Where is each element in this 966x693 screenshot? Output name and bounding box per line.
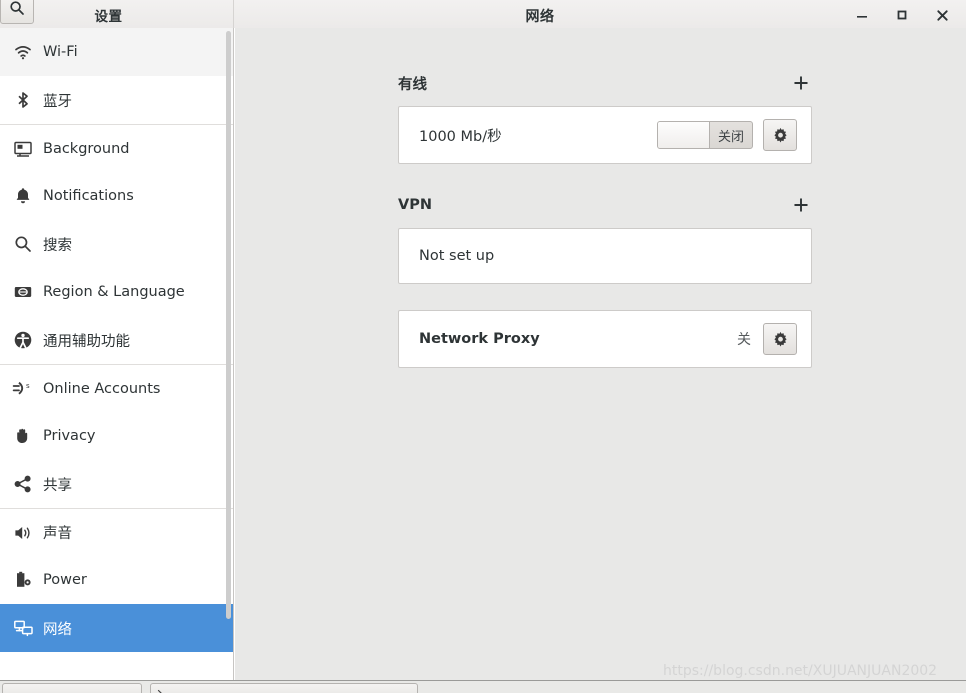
add-vpn-button[interactable] [790,194,812,216]
wired-toggle-switch[interactable]: 关闭 [657,121,753,149]
sidebar-item-label: 通用辅助功能 [43,333,130,350]
maximize-button[interactable] [882,2,922,28]
add-wired-button[interactable] [790,72,812,94]
sidebar-item-online-accounts[interactable]: s Online Accounts [0,364,233,412]
wired-section-header: 有线 [398,70,812,96]
switch-state-label: 关闭 [717,129,744,145]
gear-icon [772,331,789,348]
taskbar-item[interactable] [150,683,418,693]
sidebar-item-label: 声音 [43,526,72,542]
vpn-section-header: VPN [398,192,812,218]
taskbar-item[interactable] [2,683,142,693]
proxy-row[interactable]: Network Proxy 关 [399,311,811,367]
sidebar-item-label: Power [43,572,87,588]
sidebar-item-label: 蓝牙 [43,93,72,110]
proxy-label: Network Proxy [419,331,540,347]
sidebar-item-label: Wi-Fi [43,44,78,60]
wifi-icon [8,40,38,64]
sidebar-item-label: 搜索 [43,237,72,254]
close-icon [935,8,950,23]
power-battery-icon [8,568,38,592]
network-icon [8,616,38,640]
sidebar-item-region-language[interactable]: Region & Language [0,268,233,316]
sidebar-title: 设置 [94,9,123,25]
settings-window: 设置 网络 Wi-Fi 蓝牙 Background Notifications … [0,0,966,693]
bluetooth-icon [8,88,38,112]
window-controls [842,0,962,28]
proxy-card: Network Proxy 关 [398,310,812,368]
sidebar-item-label: 共享 [43,477,72,494]
sidebar-item-label: Privacy [43,428,96,444]
plus-icon [794,76,808,90]
proxy-settings-button[interactable] [763,323,797,355]
sidebar-item-wifi[interactable]: Wi-Fi [0,28,233,76]
sidebar-item-label: Background [43,140,130,157]
plus-icon [794,198,808,212]
sidebar-item-power[interactable]: Power [0,556,233,604]
settings-sidebar[interactable]: Wi-Fi 蓝牙 Background Notifications 搜索 Reg… [0,28,234,680]
switch-knob [658,122,710,148]
sidebar-item-notifications[interactable]: Notifications [0,172,233,220]
minimize-icon [855,8,869,22]
online-accounts-icon: s [8,377,38,401]
sidebar-item-background[interactable]: Background [0,124,233,172]
proxy-section: Network Proxy 关 [398,310,812,368]
sharing-icon [8,472,38,496]
svg-text:s: s [26,382,30,390]
content-header: 网络 [234,0,966,28]
vpn-status-label: Not set up [419,248,495,264]
sidebar-item-network[interactable]: 网络 [0,604,233,652]
background-icon [8,137,38,161]
sidebar-item-label: Online Accounts [43,380,161,397]
sidebar-item-search[interactable]: 搜索 [0,220,233,268]
bell-icon [8,184,38,208]
maximize-icon [895,8,909,22]
vpn-section: VPN Not set up [398,192,812,284]
gear-icon [772,127,789,144]
sidebar-item-accessibility[interactable]: 通用辅助功能 [0,316,233,364]
sidebar-list: Wi-Fi 蓝牙 Background Notifications 搜索 Reg… [0,28,233,652]
wired-section: 有线 1000 Mb/秒 关闭 [398,70,812,164]
region-language-icon [8,280,38,304]
sidebar-item-label: Notifications [43,188,134,204]
search-icon [9,0,25,16]
desktop-taskbar [0,680,966,693]
close-button[interactable] [922,2,962,28]
network-settings-content: 有线 1000 Mb/秒 关闭 VPN Not set up Network P… [235,28,966,680]
sidebar-item-label: 网络 [43,621,72,638]
vpn-title: VPN [398,197,432,213]
sidebar-item-sound[interactable]: 声音 [0,508,233,556]
sidebar-item-privacy[interactable]: Privacy [0,412,233,460]
sound-speaker-icon [8,521,38,545]
vpn-status-row: Not set up [399,229,811,283]
sidebar-item-sharing[interactable]: 共享 [0,460,233,508]
wired-card: 1000 Mb/秒 关闭 [398,106,812,164]
accessibility-icon [8,328,38,352]
wired-connection-row: 1000 Mb/秒 关闭 [399,107,811,163]
wired-speed-label: 1000 Mb/秒 [419,128,502,145]
search-button[interactable] [0,0,34,24]
search-icon [8,232,38,256]
sidebar-header: 设置 [0,0,234,28]
privacy-hand-icon [8,424,38,448]
sidebar-item-bluetooth[interactable]: 蓝牙 [0,76,233,124]
vpn-card: Not set up [398,228,812,284]
terminal-icon [157,688,170,693]
sidebar-scrollbar[interactable] [226,31,231,619]
wired-settings-button[interactable] [763,119,797,151]
window-header-bar: 设置 网络 [0,0,966,28]
proxy-status: 关 [737,332,751,348]
sidebar-item-label: Region & Language [43,284,185,300]
minimize-button[interactable] [842,2,882,28]
wired-title: 有线 [398,76,427,93]
